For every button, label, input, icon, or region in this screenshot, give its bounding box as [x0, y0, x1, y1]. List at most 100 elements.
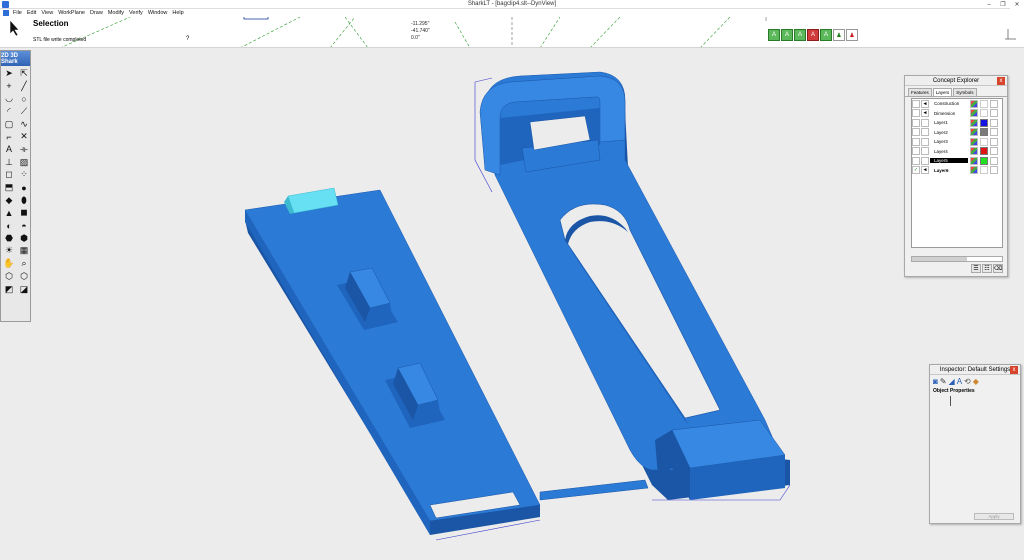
- menu-window[interactable]: Window: [148, 10, 168, 16]
- snap-grid-icon[interactable]: A: [768, 29, 780, 41]
- box-icon[interactable]: ◻: [2, 169, 16, 182]
- menu-view[interactable]: View: [41, 10, 53, 16]
- layer-name[interactable]: Layer6: [930, 168, 968, 173]
- layer-props-icon[interactable]: ☷: [982, 264, 992, 273]
- tab-features[interactable]: Features: [908, 88, 932, 96]
- layer-row[interactable]: Layer5: [912, 156, 1002, 166]
- select-arrow2-icon[interactable]: ⇱: [17, 67, 31, 80]
- layer-visibility-icon[interactable]: [921, 147, 929, 156]
- layer-style-icon[interactable]: [970, 156, 978, 165]
- layer-current-check[interactable]: [912, 137, 920, 146]
- left-plate-part[interactable]: [244, 187, 541, 535]
- layer-name[interactable]: Layer3: [930, 139, 968, 144]
- layer-visibility-icon[interactable]: ◄: [921, 166, 929, 175]
- cube-icon[interactable]: ◼: [17, 207, 31, 220]
- fuse-icon[interactable]: ⬢: [17, 232, 31, 245]
- document-icon[interactable]: [3, 10, 9, 16]
- layer-row[interactable]: ◄ Dimension: [912, 109, 1002, 119]
- layer-color-swatch[interactable]: [980, 137, 988, 146]
- close-button[interactable]: ✕: [1010, 0, 1024, 9]
- sphere-icon[interactable]: ●: [17, 181, 31, 194]
- view-iso-icon[interactable]: ⬡: [2, 270, 16, 283]
- snap-grid3-icon[interactable]: A: [794, 29, 806, 41]
- menu-draw[interactable]: Draw: [90, 10, 103, 16]
- hatch-icon[interactable]: ▨: [17, 156, 31, 169]
- layer-style-icon[interactable]: [970, 128, 978, 137]
- dimension-icon[interactable]: ⟛: [17, 143, 31, 156]
- layer-visibility-icon[interactable]: [921, 156, 929, 165]
- menu-file[interactable]: File: [13, 10, 22, 16]
- shapes-icon[interactable]: ◆: [2, 194, 16, 207]
- 3d-viewport[interactable]: [32, 48, 1024, 560]
- person-red-icon[interactable]: ♟: [846, 29, 858, 41]
- light-icon[interactable]: ☀: [2, 245, 16, 258]
- layer-style-icon[interactable]: [970, 118, 978, 127]
- layer-lock-toggle[interactable]: [990, 128, 998, 137]
- shapes-icon[interactable]: ◆: [973, 377, 979, 386]
- trim-icon[interactable]: ✕: [17, 130, 31, 143]
- spline-icon[interactable]: ∿: [17, 118, 31, 131]
- view-front-icon[interactable]: ◩: [2, 283, 16, 296]
- snap-red-icon[interactable]: A: [807, 29, 819, 41]
- tab-symbols[interactable]: Symbols: [953, 88, 977, 96]
- revolve-icon[interactable]: ◐: [2, 219, 16, 232]
- layer-row[interactable]: Layer1: [912, 118, 1002, 128]
- transform-icon[interactable]: ⟲: [964, 377, 971, 386]
- minimize-button[interactable]: –: [982, 0, 996, 9]
- horizontal-scrollbar[interactable]: [911, 256, 1003, 262]
- layer-color-swatch[interactable]: [980, 156, 988, 165]
- layer-name[interactable]: Layer5: [930, 158, 968, 164]
- polyline-icon[interactable]: ⟋: [17, 105, 31, 118]
- layer-color-swatch[interactable]: [980, 99, 988, 108]
- circle-icon[interactable]: ○: [17, 92, 31, 105]
- layer-lock-toggle[interactable]: [990, 109, 998, 118]
- layer-row[interactable]: ◄ Construction: [912, 99, 1002, 109]
- layer-style-icon[interactable]: [970, 147, 978, 156]
- layer-color-swatch[interactable]: [980, 109, 988, 118]
- restore-button[interactable]: ❐: [996, 0, 1010, 9]
- menu-help[interactable]: Help: [172, 10, 183, 16]
- layer-lock-toggle[interactable]: [990, 147, 998, 156]
- pan-icon[interactable]: ✋: [2, 257, 16, 270]
- layer-visibility-icon[interactable]: ◄: [921, 99, 929, 108]
- shell-icon[interactable]: ◓: [17, 219, 31, 232]
- layer-row[interactable]: Layer2: [912, 128, 1002, 138]
- close-icon[interactable]: x: [1010, 366, 1018, 374]
- camera-icon[interactable]: ◙: [933, 377, 938, 386]
- layer-visibility-icon[interactable]: [921, 128, 929, 137]
- fillet-icon[interactable]: ⌐: [2, 130, 16, 143]
- view-top-icon[interactable]: ◪: [17, 283, 31, 296]
- layer-name[interactable]: Layer2: [930, 130, 968, 135]
- boolean-icon[interactable]: ⬣: [2, 232, 16, 245]
- extrude-icon[interactable]: ⬒: [2, 181, 16, 194]
- cylinder-icon[interactable]: ⬮: [17, 194, 31, 207]
- layer-visibility-icon[interactable]: [921, 137, 929, 146]
- layer-color-swatch[interactable]: [980, 166, 988, 175]
- pen-icon[interactable]: ✎: [940, 377, 947, 386]
- layer-current-check[interactable]: [912, 147, 920, 156]
- view-iso2-icon[interactable]: ⬡: [17, 270, 31, 283]
- apply-button[interactable]: Apply: [974, 513, 1014, 520]
- ortho-icon[interactable]: ⊥: [2, 156, 16, 169]
- connecting-strap[interactable]: [539, 479, 649, 501]
- layer-visibility-icon[interactable]: ◄: [921, 109, 929, 118]
- layer-color-swatch[interactable]: [980, 118, 988, 127]
- layer-row[interactable]: ✓ ◄ Layer6: [912, 166, 1002, 176]
- line-icon[interactable]: ╱: [17, 80, 31, 93]
- arc2-icon[interactable]: ◜: [2, 105, 16, 118]
- point-icon[interactable]: +: [2, 80, 16, 93]
- snap-grid2-icon[interactable]: A: [781, 29, 793, 41]
- menu-modify[interactable]: Modify: [108, 10, 124, 16]
- new-layer-icon[interactable]: ☰: [971, 264, 981, 273]
- render-icon[interactable]: ▦: [17, 245, 31, 258]
- zoom-icon[interactable]: ⌕: [17, 257, 31, 270]
- menu-verify[interactable]: Verify: [129, 10, 143, 16]
- layer-style-icon[interactable]: [970, 99, 978, 108]
- layer-style-icon[interactable]: [970, 166, 978, 175]
- help-mark[interactable]: ?: [186, 36, 189, 42]
- person-green-icon[interactable]: ♟: [833, 29, 845, 41]
- delete-layer-icon[interactable]: ⌫: [993, 264, 1003, 273]
- layer-row[interactable]: Layer4: [912, 147, 1002, 157]
- layer-current-check[interactable]: [912, 99, 920, 108]
- rectangle-icon[interactable]: ▢: [2, 118, 16, 131]
